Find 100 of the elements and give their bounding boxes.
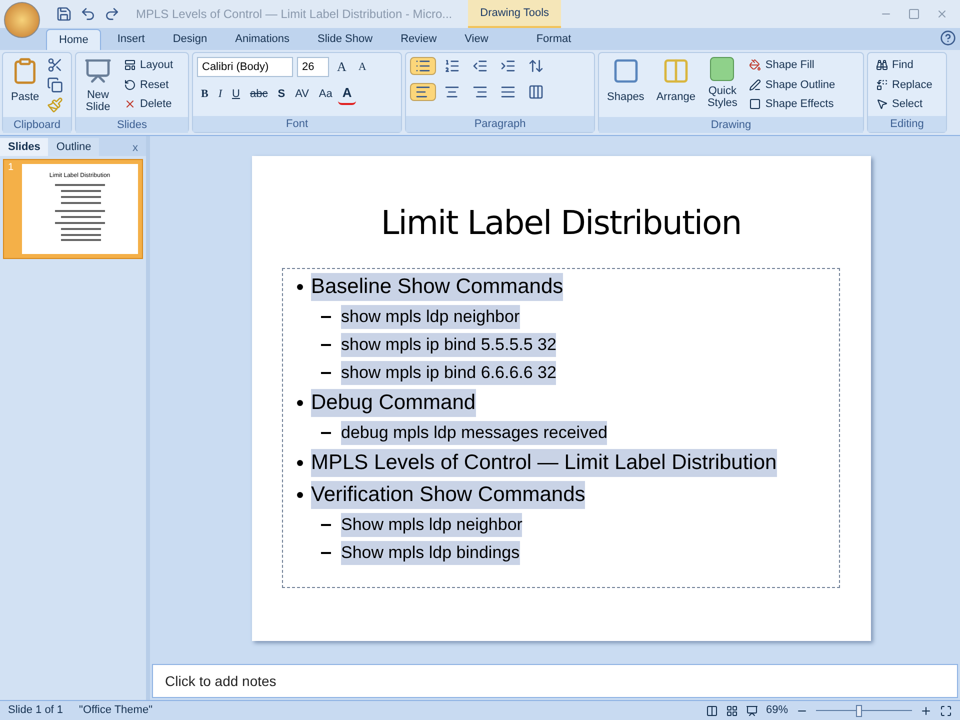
replace-icon	[876, 78, 888, 91]
zoom-thumb[interactable]	[856, 704, 862, 716]
pane-tab[interactable]: Slides	[0, 138, 48, 156]
context-tab-label: Drawing Tools	[468, 0, 562, 28]
theme-name: "Office Theme"	[79, 703, 152, 718]
shapes-button[interactable]: Shapes	[603, 57, 648, 117]
bullet-icon	[297, 492, 303, 498]
change-case-button[interactable]: Aa	[314, 83, 336, 104]
spacing-button[interactable]: AV	[291, 83, 313, 104]
arrange-button[interactable]: Arrange	[652, 57, 700, 117]
grow-font-button[interactable]: A	[333, 57, 350, 77]
notes-placeholder[interactable]: Click to add notes	[165, 670, 276, 692]
reset-icon	[124, 78, 136, 91]
pointer-icon	[876, 98, 888, 110]
slide-number: 1	[7, 161, 15, 175]
sub-bullet-text: show mpls ip bind 6.6.6.6 32	[341, 360, 556, 384]
thumbnail-text-drawing	[54, 184, 105, 241]
slide-icon	[84, 57, 112, 85]
find-button[interactable]: Find	[872, 57, 936, 74]
pen-icon	[749, 78, 762, 91]
dash-icon	[321, 432, 331, 434]
shapes-icon	[612, 57, 640, 85]
sorter-view-icon	[726, 704, 738, 716]
help-icon	[940, 30, 956, 46]
close-icon	[936, 8, 948, 20]
bullets-button[interactable]	[410, 57, 436, 75]
font-size-field[interactable]: 26	[297, 57, 329, 77]
slideshow-view-icon	[746, 704, 758, 716]
office-button[interactable]	[4, 2, 40, 38]
group-label: Drawing	[599, 117, 863, 133]
pane-tab[interactable]: Outline	[48, 138, 100, 156]
layout-icon	[124, 59, 136, 72]
cut-icon	[47, 57, 64, 73]
bullet-text: MPLS Levels of Control — Limit Label Distribution	[311, 448, 777, 476]
style-swatch-icon	[710, 57, 734, 81]
sub-bullet-text: debug mpls ldp messages received	[341, 420, 608, 444]
group-label: Slides	[76, 117, 188, 133]
restore-icon	[908, 8, 920, 20]
group-label: Paragraph	[406, 116, 594, 132]
decrease-indent-icon	[472, 58, 488, 74]
dash-icon	[321, 344, 331, 346]
shrink-font-button[interactable]: A	[354, 57, 370, 77]
zoom-level: 69%	[766, 703, 788, 718]
paint-bucket-icon	[749, 59, 762, 72]
quick-styles-button[interactable]: Quick Styles	[703, 57, 742, 117]
new-slide-button[interactable]: New Slide	[80, 57, 116, 117]
ribbon-tab[interactable]: Insert	[105, 29, 157, 50]
sub-bullet-text: show mpls ip bind 5.5.5.5 32	[341, 332, 556, 356]
delete-button[interactable]: Delete	[120, 96, 178, 112]
group-label: Font	[193, 116, 401, 132]
undo-icon	[80, 6, 96, 22]
fit-icon	[940, 704, 952, 716]
reset-button[interactable]: Reset	[120, 76, 178, 93]
shape-outline-button[interactable]: Shape Outline	[745, 76, 840, 93]
columns-icon	[528, 84, 544, 100]
zoom-slider[interactable]	[816, 704, 912, 716]
slide-count: Slide 1 of 1	[8, 703, 64, 718]
bullets-icon	[415, 58, 431, 74]
underline-button[interactable]: U	[228, 83, 244, 104]
ribbon-tab[interactable]: View	[452, 29, 500, 50]
bullet-icon	[297, 460, 303, 466]
select-button[interactable]: Select	[872, 96, 936, 112]
shadow-button[interactable]: S	[274, 83, 290, 104]
bold-button[interactable]: B	[197, 83, 212, 104]
ribbon-tab[interactable]: Review	[388, 29, 449, 50]
bullet-text: Debug Command	[311, 388, 476, 416]
font-color-button[interactable]: A	[338, 83, 356, 104]
strikethrough-button[interactable]: abc	[246, 83, 272, 104]
zoom-in-icon	[920, 704, 932, 716]
copy-icon	[47, 77, 64, 93]
shape-fill-button[interactable]: Shape Fill	[745, 57, 840, 74]
align-left-icon	[415, 84, 431, 100]
ribbon-tab[interactable]: Design	[160, 29, 220, 50]
justify-icon	[500, 84, 516, 100]
ribbon-tab[interactable]: Animations	[223, 29, 302, 50]
numbering-icon	[444, 58, 460, 74]
text-placeholder[interactable]	[282, 268, 840, 588]
ribbon-tab[interactable]: Home	[46, 29, 102, 50]
save-icon	[56, 6, 72, 22]
increase-indent-icon	[500, 58, 516, 74]
italic-button[interactable]: I	[214, 83, 226, 104]
close-pane-button[interactable]: x	[132, 140, 138, 156]
sub-bullet-text: Show mpls ldp neighbor	[341, 512, 522, 536]
bullet-icon	[297, 400, 303, 406]
bullet-icon	[297, 284, 303, 290]
paste-button[interactable]: Paste	[7, 57, 44, 117]
ribbon-tab[interactable]: Slide Show	[306, 29, 385, 50]
sub-bullet-text: show mpls ldp neighbor	[341, 304, 520, 328]
bullet-text: Baseline Show Commands	[311, 272, 564, 300]
font-family-field[interactable]: Calibri (Body)	[197, 57, 293, 77]
group-label: Clipboard	[3, 117, 71, 133]
align-left-button[interactable]	[410, 83, 436, 101]
format-painter-icon	[47, 97, 64, 113]
dash-icon	[321, 552, 331, 554]
shape-effects-button[interactable]: Shape Effects	[745, 96, 840, 112]
dash-icon	[321, 524, 331, 526]
replace-button[interactable]: Replace	[872, 76, 936, 93]
window-title: MPLS Levels of Control — Limit Label Distribution - Micro...	[136, 6, 452, 23]
ribbon-tab[interactable]: Format	[524, 29, 584, 50]
layout-button[interactable]: Layout	[120, 57, 178, 74]
